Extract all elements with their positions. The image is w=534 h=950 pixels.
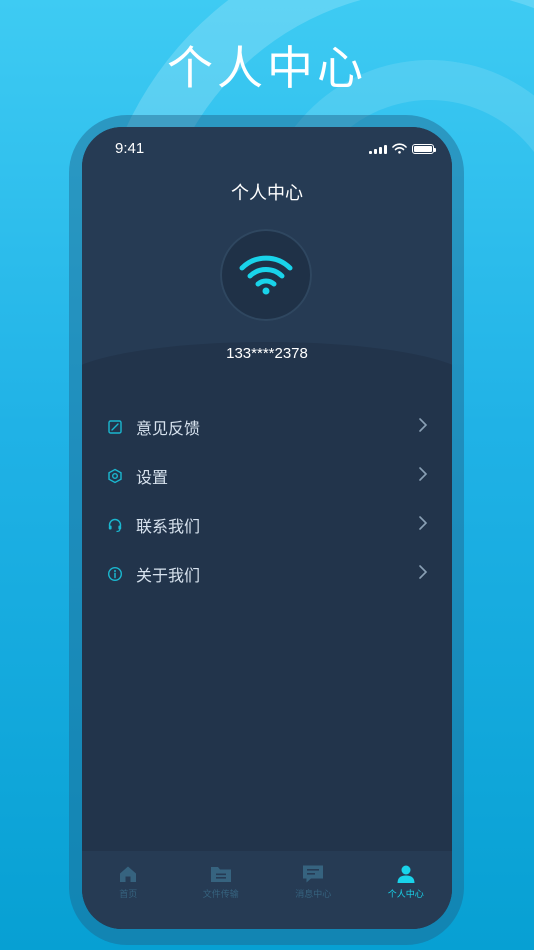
hero-title: 个人中心 bbox=[167, 41, 367, 95]
settings-menu: 意见反馈 设置 联系我们 关于我们 bbox=[82, 402, 452, 598]
menu-item-contact[interactable]: 联系我们 bbox=[82, 500, 452, 549]
signal-icon bbox=[369, 144, 387, 154]
page-title: 个人中心 bbox=[231, 183, 303, 204]
headset-icon bbox=[106, 516, 124, 534]
message-icon bbox=[303, 865, 324, 883]
avatar[interactable] bbox=[220, 229, 312, 321]
menu-item-label: 意见反馈 bbox=[136, 418, 201, 438]
wifi-status-icon bbox=[392, 143, 407, 154]
home-icon bbox=[120, 866, 137, 882]
chevron-right-icon bbox=[419, 565, 428, 579]
menu-item-label: 设置 bbox=[136, 467, 169, 487]
status-bar: 9:41 bbox=[82, 127, 452, 171]
feedback-edit-icon bbox=[106, 418, 124, 436]
tab-label: 个人中心 bbox=[387, 890, 424, 900]
tab-label: 消息中心 bbox=[295, 890, 332, 900]
tab-bar: 首页 文件传输 消息中心 个人中心 bbox=[82, 851, 452, 929]
phone-screen: 9:41 个人中心 133****2378 意见反馈 设置 联系我们 关于我们 … bbox=[82, 127, 452, 929]
phone-number: 133****2378 bbox=[226, 345, 308, 362]
menu-item-label: 关于我们 bbox=[136, 565, 201, 585]
tab-label: 文件传输 bbox=[202, 890, 239, 900]
tab-label: 首页 bbox=[119, 890, 138, 900]
chevron-right-icon bbox=[419, 467, 428, 481]
info-icon bbox=[106, 565, 124, 583]
menu-item-feedback[interactable]: 意见反馈 bbox=[82, 402, 452, 451]
tab-profile[interactable]: 个人中心 bbox=[360, 851, 453, 929]
user-icon bbox=[397, 865, 415, 883]
folder-icon bbox=[210, 867, 231, 882]
menu-item-settings[interactable]: 设置 bbox=[82, 451, 452, 500]
chevron-right-icon bbox=[419, 516, 428, 530]
chevron-right-icon bbox=[419, 418, 428, 432]
status-time: 9:41 bbox=[115, 140, 145, 157]
tab-home[interactable]: 首页 bbox=[82, 851, 175, 929]
tab-file-transfer[interactable]: 文件传输 bbox=[175, 851, 268, 929]
status-icons bbox=[369, 143, 436, 154]
wifi-icon bbox=[239, 255, 293, 295]
battery-icon bbox=[412, 143, 436, 154]
menu-item-label: 联系我们 bbox=[136, 516, 201, 536]
menu-item-about[interactable]: 关于我们 bbox=[82, 549, 452, 598]
tab-messages[interactable]: 消息中心 bbox=[267, 851, 360, 929]
settings-hex-icon bbox=[106, 467, 124, 485]
